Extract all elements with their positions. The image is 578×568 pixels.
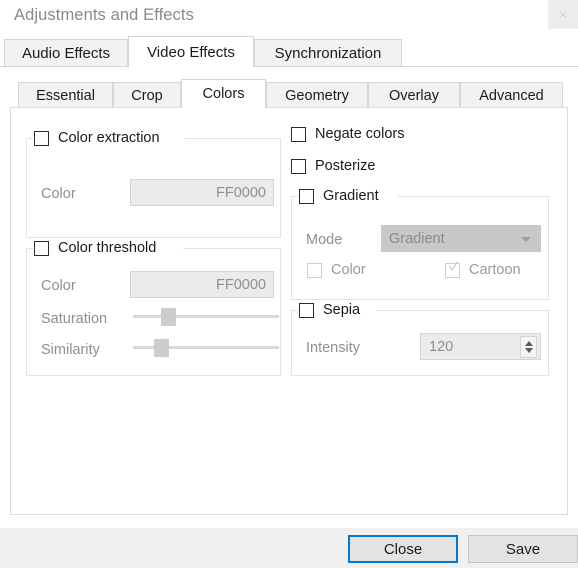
gradient-mode-select[interactable]: Gradient [381, 225, 541, 252]
tab-advanced[interactable]: Advanced [460, 82, 563, 108]
checkbox-box [34, 130, 49, 146]
similarity-label: Similarity [41, 342, 100, 358]
color-extraction-checkbox[interactable]: Color extraction [34, 130, 160, 146]
adjustments-and-effects-dialog: Adjustments and Effects ✕ Audio Effects … [0, 0, 578, 568]
tab-synchronization[interactable]: Synchronization [254, 39, 402, 67]
title-bar: Adjustments and Effects ✕ [0, 0, 578, 33]
tab-geometry-label: Geometry [285, 87, 349, 104]
tab-crop[interactable]: Crop [113, 82, 181, 108]
spinner-up-icon[interactable] [524, 341, 533, 346]
extraction-color-value: FF0000 [216, 184, 266, 201]
saturation-slider-track [133, 315, 279, 318]
posterize-checkbox[interactable]: Posterize [291, 158, 375, 174]
primary-tab-bar: Audio Effects Video Effects Synchronizat… [0, 36, 578, 67]
checkbox-box [291, 126, 306, 142]
tab-audio-effects[interactable]: Audio Effects [4, 39, 128, 67]
tab-synchronization-label: Synchronization [274, 45, 382, 62]
checkbox-box [299, 302, 314, 318]
extraction-color-field[interactable]: FF0000 [130, 179, 274, 206]
threshold-color-field[interactable]: FF0000 [130, 271, 274, 298]
close-button-label: Close [383, 540, 423, 558]
window-title: Adjustments and Effects [14, 6, 194, 24]
sepia-label: Sepia [323, 302, 361, 318]
tab-advanced-label: Advanced [479, 87, 544, 104]
sepia-intensity-label: Intensity [306, 340, 360, 356]
dialog-footer: Close Save [0, 527, 578, 568]
sepia-checkbox[interactable]: Sepia [299, 302, 360, 318]
sepia-intensity-value: 120 [429, 338, 454, 355]
tab-essential-label: Essential [36, 87, 95, 104]
gradient-mode-value: Gradient [389, 230, 445, 247]
negate-colors-checkbox[interactable]: Negate colors [291, 126, 404, 142]
check-icon [448, 261, 459, 271]
color-threshold-label: Color threshold [58, 240, 157, 256]
secondary-tab-bar: Essential Crop Colors Geometry Overlay A… [10, 79, 568, 108]
gradient-mode-label: Mode [306, 232, 343, 248]
tab-colors-label: Colors [202, 86, 245, 102]
saturation-slider-handle[interactable] [161, 308, 176, 326]
threshold-color-label: Color [41, 278, 76, 294]
threshold-color-value: FF0000 [216, 276, 266, 293]
tab-video-effects-label: Video Effects [147, 43, 235, 61]
tab-audio-effects-label: Audio Effects [21, 45, 111, 62]
tab-overlay-label: Overlay [389, 87, 439, 104]
spinner-down-icon[interactable] [524, 348, 533, 353]
gradient-label: Gradient [323, 188, 379, 204]
posterize-label: Posterize [315, 158, 376, 174]
window-close-button[interactable]: ✕ [548, 0, 578, 29]
checkbox-box [445, 261, 460, 278]
checkbox-box [307, 262, 322, 278]
tab-overlay[interactable]: Overlay [368, 82, 460, 108]
negate-colors-label: Negate colors [315, 126, 405, 142]
similarity-slider[interactable] [133, 339, 279, 357]
save-button[interactable]: Save [468, 535, 578, 563]
gradient-cartoon-checkbox[interactable]: Cartoon [445, 261, 521, 278]
checkbox-box [34, 240, 49, 256]
checkbox-box [299, 188, 314, 204]
gradient-color-label: Color [331, 262, 366, 278]
extraction-color-label: Color [41, 186, 76, 202]
tab-geometry[interactable]: Geometry [266, 82, 368, 108]
save-button-label: Save [505, 540, 541, 558]
color-extraction-label: Color extraction [58, 130, 160, 146]
saturation-label: Saturation [41, 311, 108, 327]
checkbox-box [291, 158, 306, 174]
spinner-buttons[interactable] [520, 336, 537, 358]
colors-panel: Color extraction Color FF0000 Color thre… [10, 107, 568, 515]
close-icon: ✕ [557, 7, 569, 22]
close-button[interactable]: Close [348, 535, 458, 563]
tab-video-effects[interactable]: Video Effects [128, 36, 254, 67]
tab-colors[interactable]: Colors [181, 79, 266, 108]
similarity-slider-handle[interactable] [154, 339, 169, 357]
gradient-cartoon-label: Cartoon [469, 262, 521, 278]
color-threshold-checkbox[interactable]: Color threshold [34, 240, 156, 256]
gradient-checkbox[interactable]: Gradient [299, 188, 379, 204]
chevron-down-icon [521, 236, 531, 242]
sepia-intensity-spinner[interactable]: 120 [420, 333, 541, 360]
video-effects-page: Essential Crop Colors Geometry Overlay A… [0, 66, 578, 527]
tab-essential[interactable]: Essential [18, 82, 113, 108]
tab-crop-label: Crop [131, 87, 163, 104]
saturation-slider[interactable] [133, 308, 279, 326]
gradient-color-checkbox[interactable]: Color [307, 262, 366, 278]
